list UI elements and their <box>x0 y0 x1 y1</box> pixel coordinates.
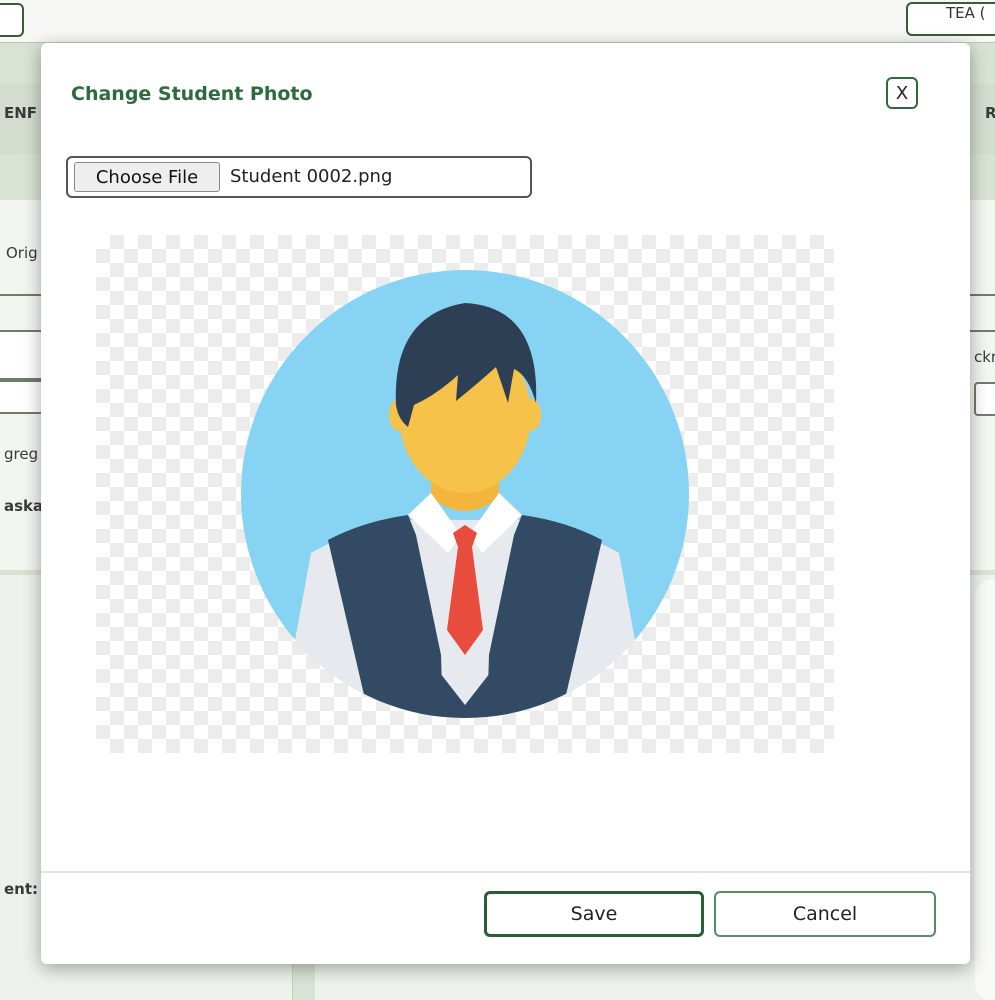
background-top-left-button[interactable] <box>0 3 24 37</box>
background-field-label-ckr: ckr <box>974 348 995 366</box>
change-student-photo-dialog: Change Student Photo X Choose File Stude… <box>41 43 970 964</box>
background-field-label-ent: ent: <box>4 880 39 898</box>
close-icon: X <box>895 82 909 104</box>
background-right-card <box>975 580 995 1000</box>
background-tab-right[interactable]: R <box>985 104 995 122</box>
background-field-label-orig: Orig <box>6 244 38 262</box>
background-divider <box>970 294 995 296</box>
background-input-box[interactable] <box>0 330 44 380</box>
avatar-ear-right <box>521 399 541 431</box>
background-field-value-aska: aska <box>4 497 44 515</box>
cancel-button[interactable]: Cancel <box>714 891 936 937</box>
selected-file-name: Student 0002.png <box>230 166 393 187</box>
background-top-bar: TEA ( <box>0 0 995 43</box>
background-tab-left[interactable]: ENF <box>4 104 37 122</box>
background-input-box[interactable] <box>0 380 44 414</box>
background-divider <box>0 294 41 296</box>
background-divider <box>970 330 995 332</box>
choose-file-button[interactable]: Choose File <box>74 162 220 192</box>
file-input[interactable]: Choose File Student 0002.png <box>66 156 532 198</box>
background-tea-button[interactable]: TEA ( <box>906 2 995 36</box>
close-button[interactable]: X <box>886 77 918 109</box>
background-tea-button-label: TEA ( <box>946 4 986 22</box>
dialog-title: Change Student Photo <box>71 83 313 105</box>
student-avatar-icon <box>241 270 689 718</box>
background-field-label-greg: greg <box>4 445 39 463</box>
save-button[interactable]: Save <box>484 891 704 937</box>
photo-preview <box>96 235 834 753</box>
background-input-box[interactable] <box>974 382 995 416</box>
dialog-footer-divider <box>41 871 970 873</box>
